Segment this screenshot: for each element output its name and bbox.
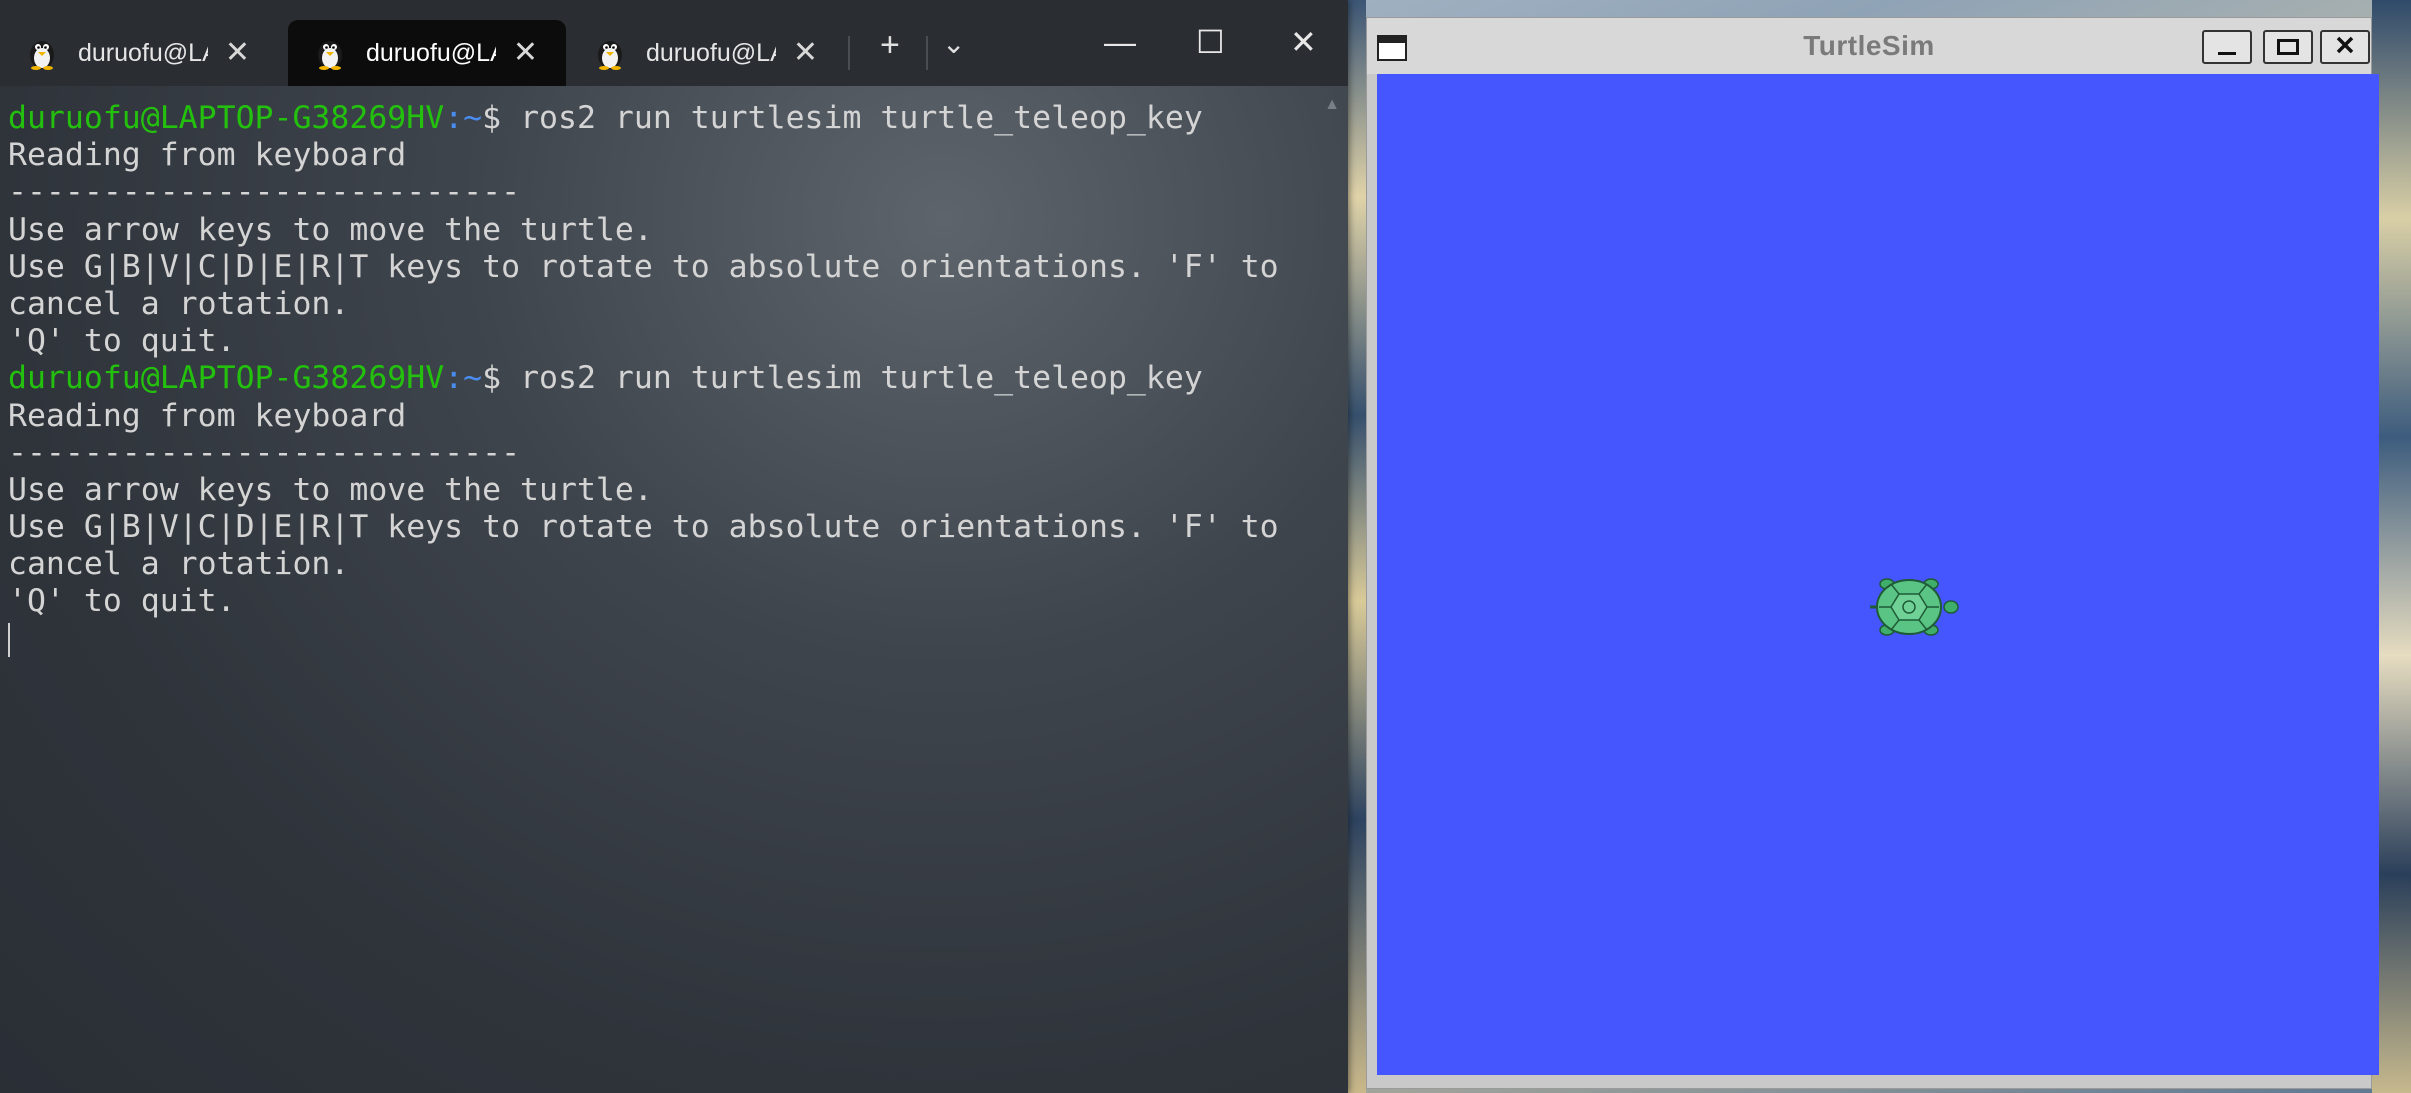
input-line[interactable] bbox=[8, 621, 1328, 658]
tab-divider bbox=[848, 36, 850, 70]
tab-2-active[interactable]: duruofu@LAPTOP-G38269HV ✕ bbox=[288, 20, 566, 86]
close-icon[interactable]: ✕ bbox=[225, 38, 250, 68]
desktop-wallpaper bbox=[1348, 0, 1366, 1093]
terminal-output[interactable]: duruofu@LAPTOP-G38269HV:~$ ros2 run turt… bbox=[8, 100, 1328, 658]
maximize-icon bbox=[2277, 39, 2299, 55]
turtlesim-titlebar[interactable]: TurtleSim bbox=[1367, 18, 2371, 74]
close-button[interactable] bbox=[2320, 30, 2370, 64]
prompt-path: :~ bbox=[444, 100, 483, 136]
turtle-icon bbox=[1869, 572, 1959, 642]
maximize-button[interactable]: ☐ bbox=[1196, 26, 1225, 58]
tab-bar: duruofu@LAPTOP-G38269HV ✕ duruofu@LAPTOP… bbox=[0, 0, 1348, 86]
new-tab-button[interactable]: + bbox=[880, 28, 900, 62]
tab-1[interactable]: duruofu@LAPTOP-G38269HV ✕ bbox=[0, 20, 278, 86]
turtlesim-canvas bbox=[1377, 74, 2379, 1075]
close-icon bbox=[2335, 35, 2355, 60]
tab-label: duruofu@LAPTOP-G38269HV bbox=[646, 38, 776, 67]
command-text: ros2 run turtlesim turtle_teleop_key bbox=[520, 360, 1203, 397]
output-line: --------------------------- bbox=[8, 174, 521, 211]
prompt-symbol: $ bbox=[482, 360, 521, 397]
output-line: Use G|B|V|C|D|E|R|T keys to rotate to ab… bbox=[8, 509, 1279, 546]
tab-label: duruofu@LAPTOP-G38269HV bbox=[366, 38, 496, 67]
output-line: cancel a rotation. bbox=[8, 546, 350, 583]
linux-tux-icon bbox=[596, 36, 624, 70]
prompt-user-host: duruofu@LAPTOP-G38269HV bbox=[8, 360, 445, 397]
prompt-symbol: $ bbox=[482, 100, 521, 136]
tab-3[interactable]: duruofu@LAPTOP-G38269HV ✕ bbox=[568, 20, 846, 86]
prompt-line: duruofu@LAPTOP-G38269HV:~$ ros2 run turt… bbox=[8, 360, 1328, 397]
output-line: Use arrow keys to move the turtle. bbox=[8, 471, 653, 508]
text-cursor bbox=[8, 622, 10, 657]
minimize-button[interactable] bbox=[2202, 30, 2252, 64]
output-line: 'Q' to quit. bbox=[8, 323, 236, 360]
output-line: --------------------------- bbox=[8, 434, 521, 471]
turtlesim-window: TurtleSim bbox=[1366, 17, 2379, 1089]
output-line: Use G|B|V|C|D|E|R|T keys to rotate to ab… bbox=[8, 248, 1279, 285]
command-text: ros2 run turtlesim turtle_teleop_key bbox=[520, 100, 1203, 136]
close-button[interactable]: ✕ bbox=[1290, 26, 1317, 58]
output-line: Reading from keyboard bbox=[8, 397, 407, 434]
prompt-line: duruofu@LAPTOP-G38269HV:~$ ros2 run turt… bbox=[8, 100, 1328, 137]
close-icon[interactable]: ✕ bbox=[513, 38, 538, 68]
prompt-path: :~ bbox=[444, 360, 483, 397]
output-line: cancel a rotation. bbox=[8, 285, 350, 322]
maximize-button[interactable] bbox=[2263, 30, 2313, 64]
output-line: Use arrow keys to move the turtle. bbox=[8, 211, 653, 248]
minimize-icon bbox=[2218, 51, 2236, 55]
minimize-button[interactable]: — bbox=[1104, 26, 1136, 58]
linux-tux-icon bbox=[316, 36, 344, 70]
terminal-window: duruofu@LAPTOP-G38269HV ✕ duruofu@LAPTOP… bbox=[0, 0, 1348, 1093]
linux-tux-icon bbox=[28, 36, 56, 70]
output-line: 'Q' to quit. bbox=[8, 583, 236, 620]
tab-dropdown-chevron-icon[interactable]: ⌄ bbox=[942, 30, 965, 58]
output-line: Reading from keyboard bbox=[8, 137, 407, 174]
tab-divider bbox=[926, 36, 928, 70]
tab-label: duruofu@LAPTOP-G38269HV bbox=[78, 38, 208, 67]
close-icon[interactable]: ✕ bbox=[793, 38, 818, 68]
prompt-user-host: duruofu@LAPTOP-G38269HV bbox=[8, 100, 445, 136]
